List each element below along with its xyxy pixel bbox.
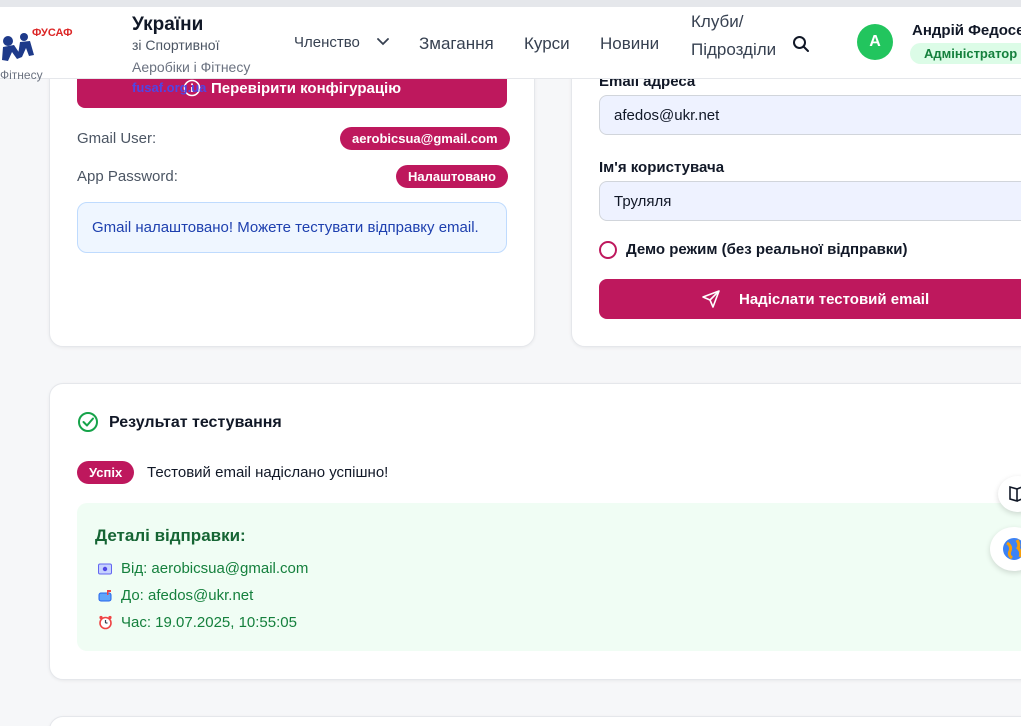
avatar[interactable]: А [857,24,893,60]
details-from-row: Від: aerobicsua@gmail.com [97,560,308,577]
nav-news[interactable]: Новини [600,34,659,54]
sender-icon [97,561,113,577]
user-name[interactable]: Андрій Федосе [912,22,1021,39]
side-text: Фітнесу [0,68,43,82]
send-icon [702,290,720,308]
email-input[interactable]: afedos@ukr.net [599,95,1021,135]
brand-subtitle-2: Аеробіки і Фітнесу [132,59,251,75]
search-icon[interactable] [791,34,811,54]
demo-mode-checkbox[interactable] [599,241,617,259]
alarm-clock-icon [97,615,113,631]
logo-text: ФУСАФ [32,27,73,39]
result-title: Результат тестування [109,414,282,431]
globe-icon [1003,538,1021,560]
gmail-user-label: Gmail User: [77,130,157,147]
book-icon [1009,485,1021,503]
username-input-value: Труляля [614,192,672,210]
nav-competitions[interactable]: Змагання [419,34,494,54]
details-time-row: Час: 19.07.2025, 10:55:05 [97,614,297,631]
demo-mode-label[interactable]: Демо режим (без реальної відправки) [626,241,908,258]
username-label: Ім'я користувача [599,159,725,176]
details-from: Від: aerobicsua@gmail.com [121,560,309,577]
floating-book-button[interactable] [998,476,1021,512]
check-circle-icon [78,412,98,432]
next-card [49,716,1021,726]
nav-clubs-line1[interactable]: Клуби/ [691,12,743,32]
gmail-info-text: Gmail налаштовано! Можете тестувати відп… [92,219,479,236]
chevron-down-icon[interactable] [375,33,391,49]
details-title: Деталі відправки: [95,526,246,545]
details-to-row: До: afedos@ukr.net [97,587,253,604]
nav-courses[interactable]: Курси [524,34,570,54]
success-badge: Успіх [77,461,135,484]
brand-subtitle-1: зі Спортивної [132,37,220,53]
details-time: Час: 19.07.2025, 10:55:05 [121,614,297,631]
gmail-user-value: aerobicsua@gmail.com [340,127,510,150]
gmail-info-alert: Gmail налаштовано! Можете тестувати відп… [77,202,507,253]
brand-title: України [132,14,204,35]
brand-link[interactable]: fusaf.org.ua [132,80,206,95]
app-password-label: App Password: [77,168,178,185]
top-strip [0,0,1021,7]
mailbox-icon [97,588,113,604]
email-input-value: afedos@ukr.net [614,106,720,124]
floating-globe-button[interactable] [990,527,1021,571]
nav-clubs-line2[interactable]: Підрозділи [691,40,776,60]
username-input[interactable]: Труляля [599,181,1021,221]
check-config-label: Перевірити конфігурацію [210,79,402,97]
details-to: До: afedos@ukr.net [121,587,254,604]
send-button-label: Надіслати тестовий email [739,290,930,308]
send-test-email-button[interactable]: Надіслати тестовий email [599,279,1021,319]
user-role-badge: Адміністратор [910,43,1021,64]
nav-membership[interactable]: Членство [294,34,360,51]
app-password-status: Налаштовано [396,165,508,188]
result-message: Тестовий email надіслано успішно! [147,464,389,481]
